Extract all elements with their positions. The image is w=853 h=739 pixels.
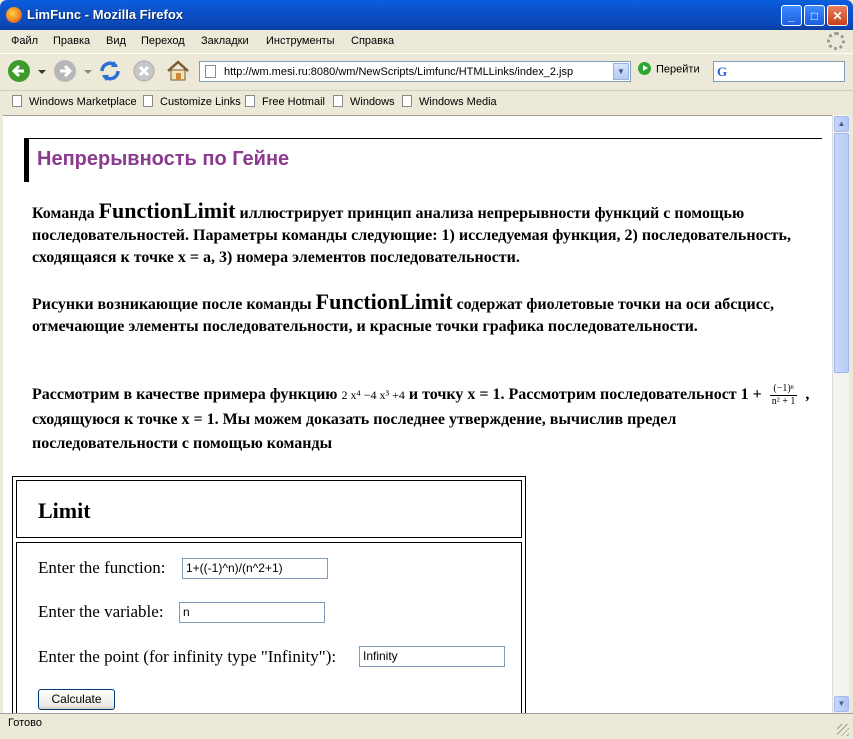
menu-bookmarks[interactable]: Закладки: [201, 35, 249, 47]
paragraph-pictures: Рисунки возникающие после команды Functi…: [32, 291, 822, 338]
function-formula: 2 x⁴ −4 x³ +4: [341, 388, 405, 403]
fraction-denominator: n² + 1: [771, 396, 796, 407]
limit-header: Limit: [16, 480, 522, 538]
page-icon: [402, 95, 412, 108]
paragraph-text: и точку x = 1. Рассмотрим последовательн…: [404, 386, 766, 404]
menu-tools[interactable]: Инструменты: [266, 35, 335, 47]
point-input[interactable]: Infinity: [359, 646, 505, 667]
page-icon: [143, 95, 153, 108]
variable-input[interactable]: n: [179, 602, 325, 623]
status-bar: Готово: [0, 713, 853, 739]
menu-edit[interactable]: Правка: [53, 35, 90, 47]
home-icon[interactable]: [165, 58, 191, 84]
bookmark-label: Customize Links: [160, 96, 241, 108]
back-dropdown-icon[interactable]: [38, 68, 46, 76]
command-name: FunctionLimit: [98, 198, 236, 223]
scroll-thumb[interactable]: [834, 133, 849, 373]
forward-dropdown-icon[interactable]: [84, 68, 92, 76]
paragraph-example: Рассмотрим в качестве примера функцию 2 …: [32, 383, 822, 456]
page-title: Непрерывность по Гейне: [37, 148, 290, 170]
back-arrow-icon[interactable]: [6, 58, 32, 84]
function-input[interactable]: 1+((-1)^n)/(n^2+1): [182, 558, 328, 579]
bookmark-windows-marketplace[interactable]: Windows Marketplace: [12, 95, 137, 108]
page-icon: [333, 95, 343, 108]
sequence-fraction: (−1)ⁿ n² + 1: [769, 383, 798, 408]
paragraph-intro: Команда FunctionLimit иллюстрирует принц…: [32, 200, 822, 269]
page-icon: [205, 65, 216, 78]
menu-go[interactable]: Переход: [141, 35, 185, 47]
limit-title: Limit: [38, 498, 91, 523]
forward-arrow-icon[interactable]: [52, 58, 78, 84]
bookmark-customize-links[interactable]: Customize Links: [143, 95, 241, 108]
firefox-icon: [6, 7, 22, 23]
scroll-up-icon[interactable]: ▲: [834, 116, 849, 132]
throbber-icon: [827, 32, 845, 50]
command-name: FunctionLimit: [315, 289, 453, 314]
calculate-button[interactable]: Calculate: [38, 689, 115, 710]
window-title: LimFunc - Mozilla Firefox: [27, 7, 184, 22]
reload-icon[interactable]: [97, 58, 123, 84]
page-icon: [245, 95, 255, 108]
variable-label: Enter the variable:: [38, 602, 164, 621]
address-bar[interactable]: http://wm.mesi.ru:8080/wm/NewScripts/Lim…: [199, 61, 631, 82]
bookmark-windows[interactable]: Windows: [333, 95, 395, 108]
paragraph-text: Рассмотрим в качестве примера функцию: [32, 386, 342, 404]
vertical-scrollbar[interactable]: ▲ ▼: [832, 115, 850, 713]
status-text: Готово: [8, 717, 42, 729]
bookmark-label: Windows: [350, 96, 395, 108]
scroll-down-icon[interactable]: ▼: [834, 696, 849, 712]
go-label: Перейти: [656, 63, 700, 76]
google-search-icon[interactable]: G: [717, 64, 727, 80]
paragraph-text: Рисунки возникающие после команды: [32, 296, 316, 313]
bookmark-free-hotmail[interactable]: Free Hotmail: [245, 95, 325, 108]
address-text[interactable]: http://wm.mesi.ru:8080/wm/NewScripts/Lim…: [224, 66, 573, 78]
menu-bar: Файл Правка Вид Переход Закладки Инструм…: [0, 30, 853, 52]
paragraph-text: Команда: [32, 205, 99, 222]
page-icon: [12, 95, 22, 108]
bookmarks-toolbar: Windows Marketplace Customize Links Free…: [0, 90, 853, 115]
limit-form: Limit Enter the function: 1+((-1)^n)/(n^…: [12, 476, 526, 714]
window-titlebar[interactable]: LimFunc - Mozilla Firefox _ □ ✕: [0, 0, 853, 30]
close-button[interactable]: ✕: [827, 5, 848, 26]
navigation-toolbar: http://wm.mesi.ru:8080/wm/NewScripts/Lim…: [0, 53, 853, 90]
window-frame: [849, 115, 853, 738]
page-heading: Непрерывность по Гейне: [24, 138, 822, 182]
menu-view[interactable]: Вид: [106, 35, 126, 47]
maximize-button[interactable]: □: [804, 5, 825, 26]
point-label: Enter the point (for infinity type "Infi…: [38, 647, 337, 666]
search-box[interactable]: G: [713, 61, 845, 82]
function-label: Enter the function:: [38, 558, 166, 577]
menu-file[interactable]: Файл: [11, 35, 38, 47]
go-icon: [638, 62, 651, 75]
bookmark-label: Free Hotmail: [262, 96, 325, 108]
resize-grip-icon[interactable]: [837, 724, 849, 736]
limit-body: Enter the function: 1+((-1)^n)/(n^2+1) E…: [16, 542, 522, 714]
menu-help[interactable]: Справка: [351, 35, 394, 47]
bookmark-label: Windows Media: [419, 96, 497, 108]
bookmark-windows-media[interactable]: Windows Media: [402, 95, 497, 108]
go-button[interactable]: Перейти: [638, 62, 700, 76]
bookmark-label: Windows Marketplace: [29, 96, 137, 108]
minimize-button[interactable]: _: [781, 5, 802, 26]
fraction-numerator: (−1)ⁿ: [769, 383, 798, 396]
stop-icon[interactable]: [131, 58, 157, 84]
address-dropdown-icon[interactable]: ▼: [613, 63, 629, 80]
page-content: Непрерывность по Гейне Команда FunctionL…: [3, 115, 832, 714]
